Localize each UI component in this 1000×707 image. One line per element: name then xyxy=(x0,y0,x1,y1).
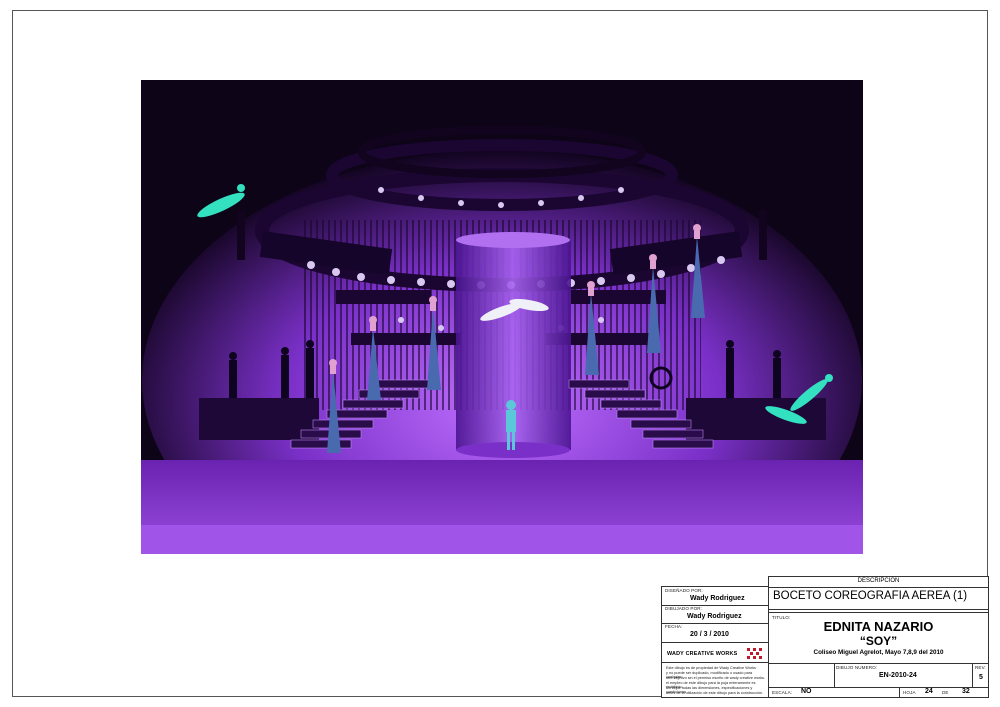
show-name: “SOY” xyxy=(859,634,898,648)
descripcion-label: DESCRIPCION xyxy=(857,578,900,584)
disclaimer-line-6: antes de la utilización de este dibujo p… xyxy=(666,691,764,695)
stage-front xyxy=(141,525,863,554)
disenado-label: DISEÑADO POR: xyxy=(665,588,703,593)
title-block-left: DISEÑADO POR: Wady Rodriguez DIBUJADO PO… xyxy=(661,586,769,698)
de-label: DE xyxy=(942,690,949,695)
escala-label: ESCALA: xyxy=(772,690,793,695)
fecha-value: 20 / 3 / 2010 xyxy=(690,631,729,638)
escala-value: NO xyxy=(801,688,812,695)
rev-label: REV. xyxy=(975,665,986,670)
descripcion-value: BOCETO COREOGRAFIA AEREA (1) xyxy=(773,590,968,602)
disclaimer-line-3: otro objetivo sin el permiso escrito de … xyxy=(666,676,765,680)
venue-dates: Coliseo Miguel Agrelot, Mayo 7,8,9 del 2… xyxy=(813,649,944,656)
dibujado-label: DIBUJADO POR: xyxy=(665,606,703,611)
dibujo-numero-label: DIBUJO NUMERO: xyxy=(836,665,878,670)
platform-left xyxy=(336,290,431,304)
dibujo-numero-value: EN-2010-24 xyxy=(879,672,917,679)
disclaimer-line-1: Este dibujo es de propiedad de Wady Crea… xyxy=(666,666,756,670)
hoja-label: HOJA xyxy=(903,690,916,695)
company-logo xyxy=(747,648,762,659)
disenado-value: Wady Rodriguez xyxy=(690,595,745,602)
company-name: WADY CREATIVE WORKS xyxy=(667,651,738,657)
dibujado-cell: DIBUJADO POR: Wady Rodriguez xyxy=(662,605,768,623)
artist-name: EDNITA NAZARIO xyxy=(823,619,934,634)
fecha-label: FECHA: xyxy=(665,624,683,629)
disenado-cell: DISEÑADO POR: Wady Rodriguez xyxy=(662,587,768,605)
rev-value: 5 xyxy=(979,674,983,681)
dibujado-value: Wady Rodriguez xyxy=(687,613,742,620)
hoja-value: 24 xyxy=(925,688,933,695)
stage-rendering xyxy=(141,80,863,554)
fecha-cell: FECHA: 20 / 3 / 2010 xyxy=(662,623,768,642)
title-block-right: DESCRIPCION BOCETO COREOGRAFIA AEREA (1)… xyxy=(768,576,989,698)
de-value: 32 xyxy=(962,688,970,695)
